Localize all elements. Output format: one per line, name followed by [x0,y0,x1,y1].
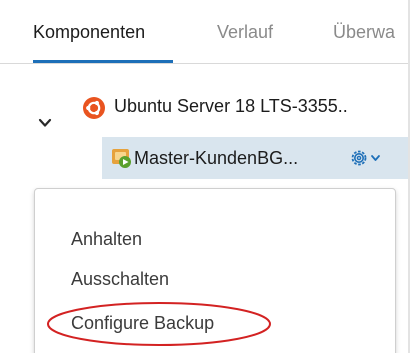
vm-inventory-panel: Komponenten Verlauf Überwa Ubuntu Server… [0,0,410,353]
tree-item-master-kunden[interactable]: Master-KundenBG... [102,137,408,179]
menu-item-configure-backup[interactable]: Configure Backup [71,313,214,334]
tree-item-label: Master-KundenBG... [134,148,299,168]
chevron-down-icon[interactable] [38,116,52,130]
menu-item-ausschalten[interactable]: Ausschalten [71,269,169,290]
tree-item-ubuntu-server[interactable]: Ubuntu Server 18 LTS-3355.. [114,96,348,117]
tab-verlauf[interactable]: Verlauf [217,22,273,43]
vm-running-icon [112,149,131,168]
ubuntu-icon [83,97,105,119]
tab-bar: Komponenten Verlauf Überwa [0,0,408,64]
tab-komponenten[interactable]: Komponenten [33,22,145,43]
tab-bar-divider [0,63,408,64]
menu-item-anhalten[interactable]: Anhalten [71,229,142,250]
context-menu: Anhalten Ausschalten Configure Backup [34,188,396,353]
actions-menu-button[interactable] [348,147,390,169]
chevron-down-icon [371,155,380,161]
tab-ueberwachung[interactable]: Überwa [333,22,395,43]
gear-icon [351,150,367,166]
